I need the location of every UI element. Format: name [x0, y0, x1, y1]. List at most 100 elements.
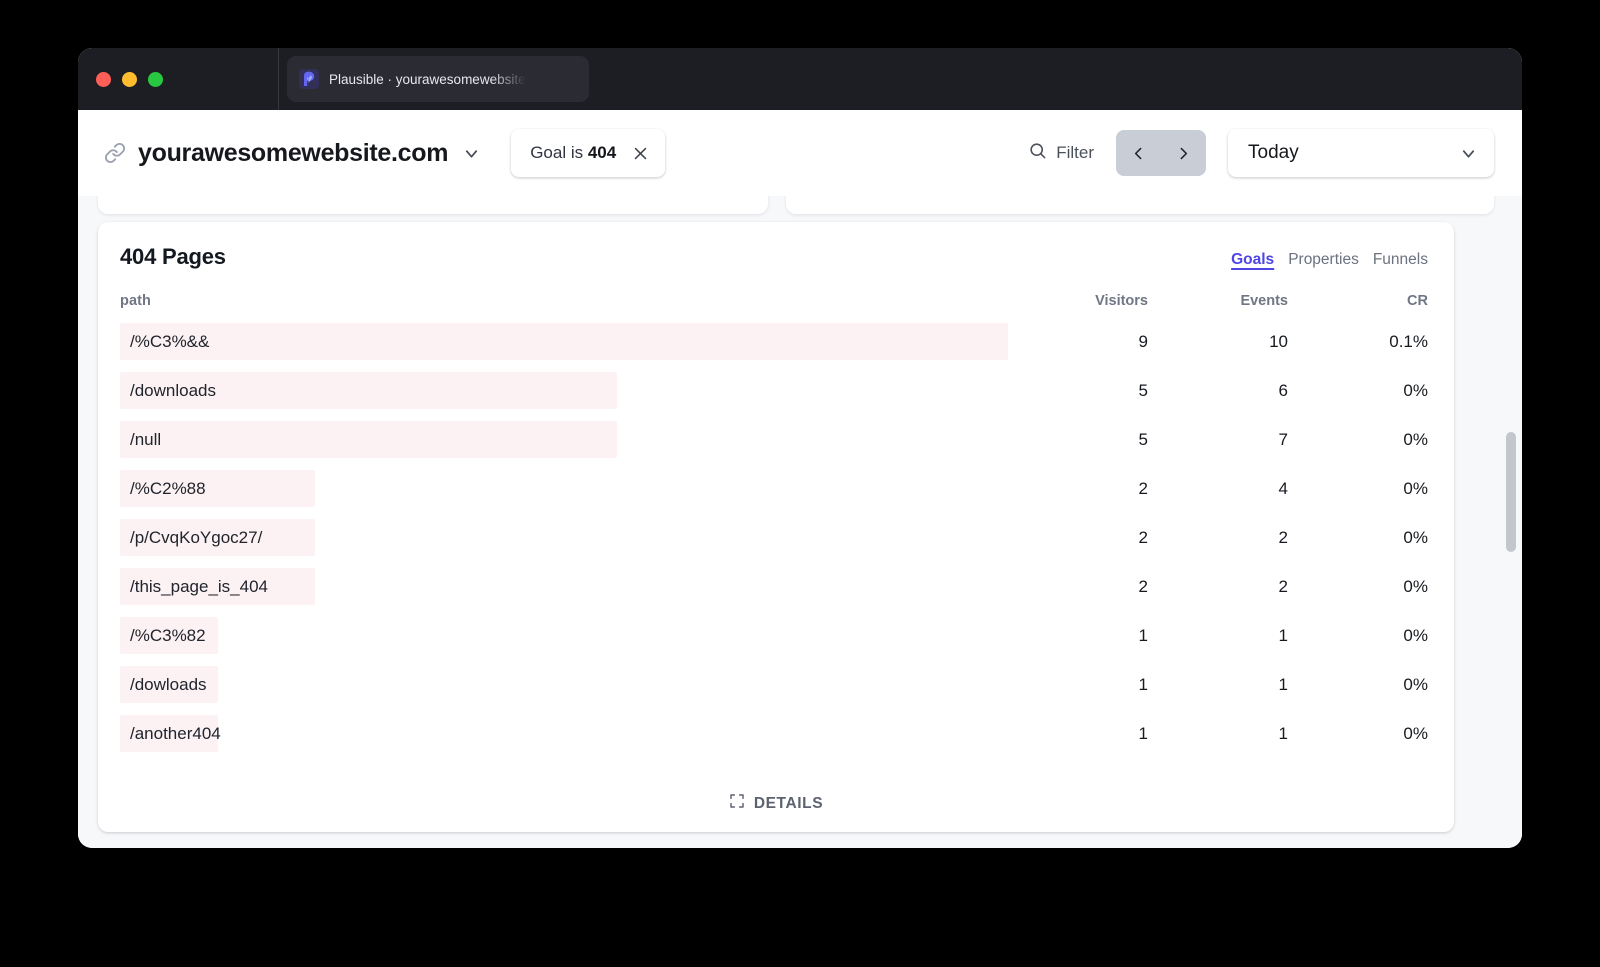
column-header-cr: CR	[1288, 293, 1428, 309]
row-path-label: /%C2%88	[130, 479, 206, 499]
browser-tab-title: Plausible · yourawesomewebsite	[329, 72, 526, 87]
goal-filter-pill[interactable]: Goal is 404	[511, 129, 665, 177]
close-window-button[interactable]	[96, 72, 111, 87]
chevron-down-icon	[1459, 144, 1478, 163]
row-cr: 0%	[1288, 430, 1428, 450]
table-row[interactable]: /null 570%	[120, 415, 1428, 464]
row-cr: 0%	[1288, 479, 1428, 499]
row-visitors: 2	[1008, 577, 1148, 597]
minimize-window-button[interactable]	[122, 72, 137, 87]
browser-titlebar: Plausible · yourawesomewebsite	[78, 48, 1522, 110]
table-row-path-cell: /downloads	[120, 366, 1008, 415]
row-visitors: 1	[1008, 675, 1148, 695]
period-nav	[1116, 130, 1206, 176]
row-events: 1	[1148, 675, 1288, 695]
tab-properties[interactable]: Properties	[1288, 251, 1359, 269]
row-events: 4	[1148, 479, 1288, 499]
row-bar	[120, 323, 1008, 360]
table-row[interactable]: /%C3%82110%	[120, 611, 1428, 660]
row-visitors: 1	[1008, 626, 1148, 646]
table-row[interactable]: /this_page_is_404220%	[120, 562, 1428, 611]
table-body: /%C3%&&9100.1%/downloads560%/null570%/%C…	[120, 317, 1428, 758]
filter-button-label: Filter	[1056, 143, 1094, 163]
row-events: 1	[1148, 724, 1288, 744]
row-events: 10	[1148, 332, 1288, 352]
row-events: 2	[1148, 528, 1288, 548]
dashboard-scroll-area: 404 Pages Goals Properties Funnels path …	[78, 196, 1522, 848]
row-visitors: 1	[1008, 724, 1148, 744]
table-row[interactable]: /downloads 560%	[120, 366, 1428, 415]
details-button-label: DETAILS	[754, 795, 823, 813]
column-header-events: Events	[1148, 293, 1288, 309]
table-row-path-cell: /%C3%82	[120, 611, 1008, 660]
row-path-label: /%C3%82	[130, 626, 206, 646]
row-cr: 0%	[1288, 528, 1428, 548]
offscreen-cards	[98, 196, 1494, 214]
site-switcher[interactable]: yourawesomewebsite.com	[104, 139, 481, 168]
table-row[interactable]: /another404110%	[120, 709, 1428, 758]
prev-period-button[interactable]	[1116, 130, 1161, 176]
row-cr: 0.1%	[1288, 332, 1428, 352]
page-scrollbar[interactable]	[1506, 196, 1516, 848]
tab-goals[interactable]: Goals	[1231, 251, 1274, 269]
card-title: 404 Pages	[120, 244, 226, 270]
offscreen-card	[98, 196, 768, 214]
table-row-path-cell: /null	[120, 415, 1008, 464]
table-row-path-cell: /p/CvqKoYgoc27/	[120, 513, 1008, 562]
column-header-visitors: Visitors	[1008, 293, 1148, 309]
row-path-label: /dowloads	[130, 675, 207, 695]
row-events: 1	[1148, 626, 1288, 646]
close-icon[interactable]	[632, 145, 649, 162]
row-visitors: 2	[1008, 479, 1148, 499]
table-row[interactable]: /dowloads110%	[120, 660, 1428, 709]
filter-button[interactable]: Filter	[1028, 141, 1094, 165]
table-row-path-cell: /dowloads	[120, 660, 1008, 709]
row-cr: 0%	[1288, 724, 1428, 744]
next-period-button[interactable]	[1161, 130, 1206, 176]
row-events: 7	[1148, 430, 1288, 450]
table-row[interactable]: /%C3%&& 9100.1%	[120, 317, 1428, 366]
row-path-label: /another404	[130, 724, 221, 744]
goal-filter-label: Goal is 404	[530, 143, 616, 163]
row-events: 6	[1148, 381, 1288, 401]
table-row[interactable]: /p/CvqKoYgoc27/220%	[120, 513, 1428, 562]
row-cr: 0%	[1288, 626, 1428, 646]
plausible-logo-icon	[299, 69, 319, 89]
row-bar	[120, 421, 617, 458]
search-icon	[1028, 141, 1047, 165]
card-header: 404 Pages Goals Properties Funnels	[120, 244, 1428, 270]
row-path-label: /%C3%&&	[130, 332, 209, 352]
row-path-label: /downloads	[130, 381, 216, 401]
row-cr: 0%	[1288, 381, 1428, 401]
row-path-label: /null	[130, 430, 161, 450]
maximize-window-button[interactable]	[148, 72, 163, 87]
row-visitors: 5	[1008, 430, 1148, 450]
card-tabs: Goals Properties Funnels	[1231, 244, 1428, 269]
column-header-path: path	[120, 293, 1008, 309]
dashboard-topbar: yourawesomewebsite.com Goal is 404	[78, 110, 1522, 196]
row-visitors: 9	[1008, 332, 1148, 352]
app-viewport: yourawesomewebsite.com Goal is 404	[78, 110, 1522, 848]
offscreen-card	[786, 196, 1494, 214]
row-cr: 0%	[1288, 675, 1428, 695]
row-visitors: 2	[1008, 528, 1148, 548]
date-range-value: Today	[1248, 142, 1299, 164]
page-title: yourawesomewebsite.com	[138, 139, 448, 168]
browser-tab[interactable]: Plausible · yourawesomewebsite	[287, 56, 589, 102]
link-icon	[104, 142, 126, 164]
window-controls	[78, 72, 278, 87]
tab-funnels[interactable]: Funnels	[1373, 251, 1428, 269]
chevron-down-icon[interactable]	[460, 144, 481, 163]
row-cr: 0%	[1288, 577, 1428, 597]
details-button[interactable]: DETAILS	[729, 793, 823, 814]
row-visitors: 5	[1008, 381, 1148, 401]
date-range-picker[interactable]: Today	[1228, 129, 1494, 177]
page-scrollbar-thumb[interactable]	[1506, 432, 1516, 552]
table-column-headers: path Visitors Events CR	[120, 293, 1428, 309]
browser-tabstrip: Plausible · yourawesomewebsite	[278, 48, 1522, 110]
row-events: 2	[1148, 577, 1288, 597]
table-row[interactable]: /%C2%88 240%	[120, 464, 1428, 513]
table-row-path-cell: /%C3%&&	[120, 317, 1008, 366]
table-row-path-cell: /another404	[120, 709, 1008, 758]
404-pages-card: 404 Pages Goals Properties Funnels path …	[98, 222, 1454, 832]
